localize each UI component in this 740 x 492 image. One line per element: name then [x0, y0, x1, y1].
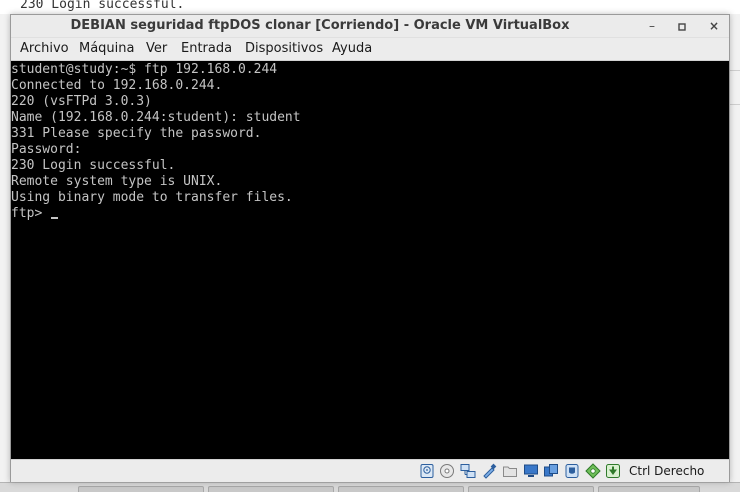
console-line: Name (192.168.0.244:student): student	[11, 110, 301, 125]
recording-icon[interactable]	[564, 463, 580, 479]
background-window-left	[0, 14, 10, 482]
menu-bar: Archivo Máquina Ver Entrada Dispositivos…	[11, 38, 729, 61]
console-prompt-line: ftp>	[11, 206, 59, 222]
text-cursor	[51, 217, 59, 219]
video-capture-icon[interactable]	[543, 463, 559, 479]
mouse-integration-icon[interactable]	[605, 463, 621, 479]
background-window-right	[730, 14, 740, 482]
menu-ver[interactable]: Ver	[146, 41, 167, 56]
minimize-button[interactable]: –	[643, 17, 661, 35]
shared-folders-icon[interactable]	[502, 463, 518, 479]
maximize-icon	[678, 22, 686, 31]
taskbar-button[interactable]	[78, 486, 204, 492]
taskbar-button[interactable]	[208, 486, 334, 492]
menu-entrada[interactable]: Entrada	[181, 41, 232, 56]
console-line: student@study:~$ ftp 192.168.0.244	[11, 62, 278, 77]
status-bar: Ctrl Derecho	[11, 459, 729, 482]
taskbar-button[interactable]	[338, 486, 464, 492]
background-terminal: 230 Login successful.	[0, 0, 740, 14]
console-line: Password:	[11, 142, 82, 157]
console-line: 230 Login successful.	[11, 158, 176, 173]
menu-dispositivos[interactable]: Dispositivos	[245, 41, 323, 56]
taskbar-button[interactable]	[468, 486, 594, 492]
menu-ayuda[interactable]: Ayuda	[332, 41, 372, 56]
optical-drive-icon[interactable]	[439, 463, 455, 479]
taskbar-button[interactable]	[598, 486, 700, 492]
menu-maquina[interactable]: Máquina	[79, 41, 135, 56]
title-bar[interactable]: DEBIAN seguridad ftpDOS clonar [Corriend…	[11, 15, 729, 38]
window-title: DEBIAN seguridad ftpDOS clonar [Corriend…	[70, 18, 570, 33]
usb-icon[interactable]	[481, 463, 497, 479]
console-line: 220 (vsFTPd 3.0.3)	[11, 94, 152, 109]
close-button[interactable]: ×	[705, 17, 723, 35]
console-line: Using binary mode to transfer files.	[11, 190, 293, 205]
console-line: 331 Please specify the password.	[11, 126, 262, 141]
display-icon[interactable]	[523, 463, 539, 479]
vm-display[interactable]: student@study:~$ ftp 192.168.0.244 Conne…	[11, 61, 729, 459]
ftp-prompt: ftp>	[11, 206, 51, 221]
virtualbox-window: DEBIAN seguridad ftpDOS clonar [Corriend…	[10, 14, 730, 482]
background-terminal-text: 230 Login successful.	[20, 0, 185, 12]
cpu-icon[interactable]	[585, 463, 601, 479]
maximize-button[interactable]	[673, 17, 691, 35]
menu-archivo[interactable]: Archivo	[20, 41, 69, 56]
hard-disk-icon[interactable]	[419, 463, 435, 479]
console-line: Connected to 192.168.0.244.	[11, 78, 223, 93]
console-line: Remote system type is UNIX.	[11, 174, 223, 189]
host-key-label[interactable]: Ctrl Derecho	[629, 464, 704, 478]
background-taskbar	[0, 482, 740, 492]
network-icon[interactable]	[460, 463, 476, 479]
